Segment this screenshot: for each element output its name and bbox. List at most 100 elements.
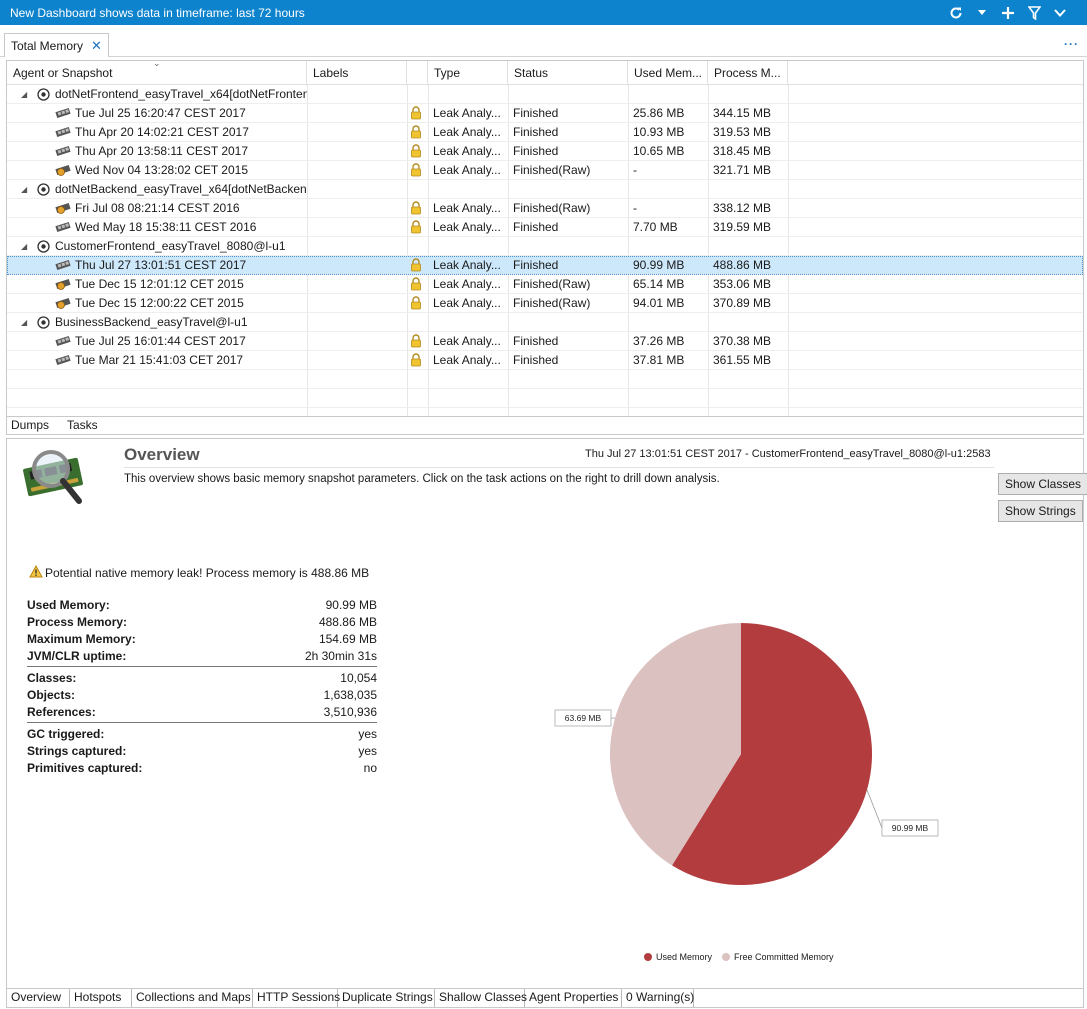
snapshot-status: Finished(Raw) bbox=[509, 161, 627, 180]
column-header-used-memory[interactable]: Used Mem... bbox=[628, 61, 708, 85]
snapshot-table-panel: Agent or Snapshot ⌄ Labels Type Status U… bbox=[6, 60, 1084, 435]
agent-row[interactable]: ◢ dotNetBackend_easyTravel_x64[dotNetBack… bbox=[7, 180, 1083, 199]
snapshot-row[interactable]: Fri Jul 08 08:21:14 CEST 2016 Leak Analy.… bbox=[7, 199, 1083, 218]
snapshot-meta: Thu Jul 27 13:01:51 CEST 2017 - Customer… bbox=[585, 448, 991, 460]
column-header-status[interactable]: Status bbox=[508, 61, 628, 85]
snapshot-status: Finished bbox=[509, 104, 627, 123]
callout-line bbox=[867, 790, 882, 828]
tab-overview[interactable]: Overview bbox=[7, 989, 70, 1007]
agent-name: dotNetBackend_easyTravel_x64[dotNetBacke… bbox=[51, 180, 307, 199]
overview-description: This overview shows basic memory snapsho… bbox=[124, 473, 720, 485]
show-classes-button[interactable]: Show Classes bbox=[998, 473, 1087, 495]
column-header-type[interactable]: Type bbox=[428, 61, 508, 85]
snapshot-stats: Used Memory: 90.99 MB Process Memory: 488.8… bbox=[27, 597, 377, 777]
empty-row bbox=[7, 370, 1083, 389]
dropdown-arrow-icon[interactable] bbox=[969, 0, 995, 25]
snapshot-status: Finished bbox=[509, 351, 627, 370]
stat-label: Classes: bbox=[27, 670, 76, 687]
memory-snapshot-icon bbox=[55, 145, 71, 158]
lock-icon bbox=[410, 353, 422, 367]
snapshot-used-memory: 37.26 MB bbox=[629, 332, 707, 351]
column-header-process-memory[interactable]: Process M... bbox=[708, 61, 788, 85]
filter-icon[interactable] bbox=[1021, 0, 1047, 25]
snapshot-process-memory: 318.45 MB bbox=[709, 142, 787, 161]
snapshot-row[interactable]: Thu Apr 20 14:02:21 CEST 2017 Leak Analy.… bbox=[7, 123, 1083, 142]
lock-icon bbox=[410, 258, 422, 272]
agent-name: CustomerFrontend_easyTravel_8080@l-u1 bbox=[51, 237, 307, 256]
tab-total-memory[interactable]: Total Memory ✕ bbox=[4, 33, 109, 57]
tab-tasks[interactable]: Tasks bbox=[63, 417, 102, 435]
lock-icon bbox=[410, 334, 422, 348]
snapshot-row[interactable]: Wed Nov 04 13:28:02 CET 2015 Leak Analy..… bbox=[7, 161, 1083, 180]
agent-row[interactable]: ◢ CustomerFrontend_easyTravel_8080@l-u1 bbox=[7, 237, 1083, 256]
stat-divider bbox=[27, 666, 377, 667]
snapshot-row[interactable]: Tue Dec 15 12:00:22 CET 2015 Leak Analy..… bbox=[7, 294, 1083, 313]
stat-value: yes bbox=[358, 726, 377, 743]
stat-value: 1,638,035 bbox=[324, 687, 377, 704]
expand-toggle-icon[interactable]: ◢ bbox=[21, 180, 27, 199]
window-title-bar: New Dashboard shows data in timeframe: l… bbox=[0, 0, 1087, 25]
snapshot-status: Finished bbox=[509, 256, 627, 275]
slice-value-label: 63.69 MB bbox=[565, 713, 602, 723]
tab-collections-and-maps[interactable]: Collections and Maps bbox=[132, 989, 253, 1007]
agent-row[interactable]: ◢ BusinessBackend_easyTravel@l-u1 bbox=[7, 313, 1083, 332]
snapshot-used-memory: 90.99 MB bbox=[629, 256, 707, 275]
snapshot-date: Tue Dec 15 12:00:22 CET 2015 bbox=[71, 294, 307, 313]
snapshot-date: Tue Jul 25 16:20:47 CEST 2017 bbox=[71, 104, 307, 123]
snapshot-row[interactable]: Wed May 18 15:38:11 CEST 2016 Leak Analy.… bbox=[7, 218, 1083, 237]
snapshot-row[interactable]: Thu Jul 27 13:01:51 CEST 2017 Leak Analy.… bbox=[7, 256, 1083, 275]
native-leak-warning: Potential native memory leak! Process me… bbox=[29, 565, 369, 581]
snapshot-row[interactable]: Tue Mar 21 15:41:03 CET 2017 Leak Analy..… bbox=[7, 351, 1083, 370]
raw-snapshot-icon bbox=[55, 164, 71, 177]
stat-label: GC triggered: bbox=[27, 726, 104, 743]
snapshot-status: Finished bbox=[509, 123, 627, 142]
lock-icon bbox=[410, 296, 422, 310]
snapshot-used-memory: 65.14 MB bbox=[629, 275, 707, 294]
tab-shallow-classes[interactable]: Shallow Classes bbox=[435, 989, 525, 1007]
snapshot-date: Tue Dec 15 12:01:12 CET 2015 bbox=[71, 275, 307, 294]
tab-http-sessions[interactable]: HTTP Sessions bbox=[253, 989, 338, 1007]
snapshot-row[interactable]: Tue Jul 25 16:01:44 CEST 2017 Leak Analy.… bbox=[7, 332, 1083, 351]
legend-item-free-committed-memory: Free Committed Memory bbox=[722, 952, 834, 962]
snapshot-process-memory: 361.55 MB bbox=[709, 351, 787, 370]
legend-label: Free Committed Memory bbox=[734, 952, 834, 962]
tab-dumps[interactable]: Dumps bbox=[7, 417, 53, 435]
snapshot-used-memory: 94.01 MB bbox=[629, 294, 707, 313]
tab-0-warning-s[interactable]: 0 Warning(s) bbox=[622, 989, 694, 1007]
tab-duplicate-strings[interactable]: Duplicate Strings bbox=[338, 989, 435, 1007]
title-divider bbox=[124, 467, 994, 468]
snapshot-row[interactable]: Thu Apr 20 13:58:11 CEST 2017 Leak Analy.… bbox=[7, 142, 1083, 161]
stat-row: Classes: 10,054 bbox=[27, 670, 377, 687]
expand-toggle-icon[interactable]: ◢ bbox=[21, 237, 27, 256]
expand-toggle-icon[interactable]: ◢ bbox=[21, 313, 27, 332]
snapshot-used-memory: 10.65 MB bbox=[629, 142, 707, 161]
snapshot-type: Leak Analy... bbox=[429, 275, 507, 294]
snapshot-row[interactable]: Tue Dec 15 12:01:12 CET 2015 Leak Analy..… bbox=[7, 275, 1083, 294]
snapshot-date: Wed Nov 04 13:28:02 CET 2015 bbox=[71, 161, 307, 180]
stat-value: 90.99 MB bbox=[326, 597, 377, 614]
stat-label: Process Memory: bbox=[27, 614, 127, 631]
refresh-icon[interactable] bbox=[943, 0, 969, 25]
agent-name: dotNetFrontend_easyTravel_x64[dotNetFron… bbox=[51, 85, 307, 104]
agent-row[interactable]: ◢ dotNetFrontend_easyTravel_x64[dotNetFro… bbox=[7, 85, 1083, 104]
stat-value: 10,054 bbox=[340, 670, 377, 687]
snapshot-date: Thu Apr 20 14:02:21 CEST 2017 bbox=[71, 123, 307, 142]
stat-row: Process Memory: 488.86 MB bbox=[27, 614, 377, 631]
add-icon[interactable] bbox=[995, 0, 1021, 25]
raw-snapshot-icon bbox=[55, 297, 71, 310]
more-options-icon[interactable]: ··· bbox=[1064, 37, 1079, 51]
tab-hotspots[interactable]: Hotspots bbox=[70, 989, 132, 1007]
snapshot-row[interactable]: Tue Jul 25 16:20:47 CEST 2017 Leak Analy.… bbox=[7, 104, 1083, 123]
lock-icon bbox=[410, 144, 422, 158]
close-icon[interactable]: ✕ bbox=[91, 38, 102, 54]
agent-name: BusinessBackend_easyTravel@l-u1 bbox=[51, 313, 307, 332]
expand-toggle-icon[interactable]: ◢ bbox=[21, 85, 27, 104]
snapshot-type: Leak Analy... bbox=[429, 199, 507, 218]
warning-text: Potential native memory leak! Process me… bbox=[45, 566, 369, 580]
tab-agent-properties[interactable]: Agent Properties bbox=[525, 989, 622, 1007]
show-strings-button[interactable]: Show Strings bbox=[998, 500, 1083, 522]
lock-icon bbox=[410, 277, 422, 291]
column-header-lock[interactable] bbox=[407, 61, 428, 85]
chevron-down-icon[interactable] bbox=[1047, 0, 1073, 25]
column-header-labels[interactable]: Labels bbox=[307, 61, 407, 85]
